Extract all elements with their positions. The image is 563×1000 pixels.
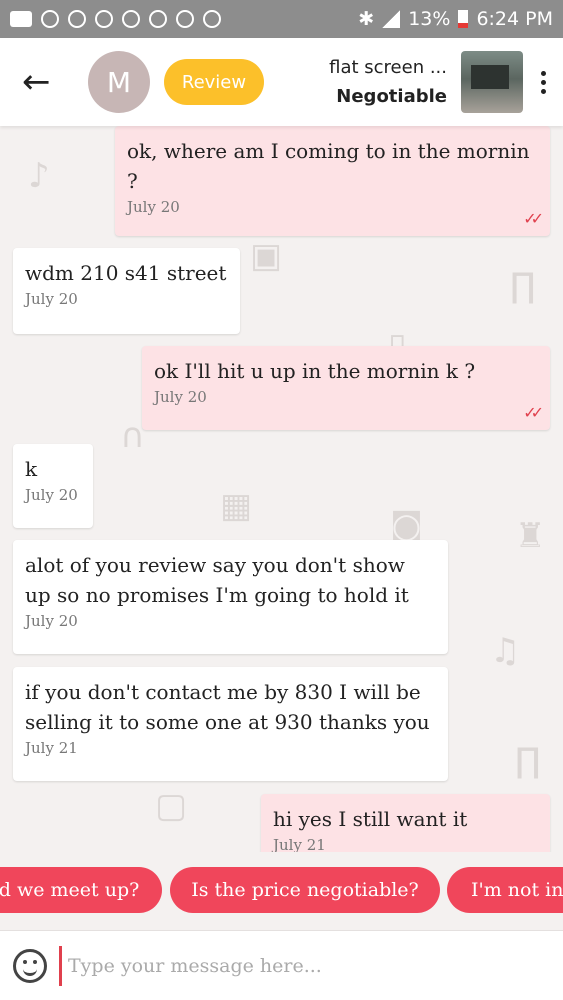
pinterest-icon	[95, 10, 113, 28]
status-bar: ✱ 13% 6:24 PM	[0, 0, 563, 38]
message-text: if you don't contact me by 830 I will be…	[25, 680, 430, 734]
listing-info[interactable]: flat screen ... Negotiable	[329, 57, 447, 107]
message-composer	[0, 930, 563, 1000]
chat-header: ← M Review flat screen ... Negotiable	[0, 38, 563, 126]
review-button[interactable]: Review	[164, 59, 264, 105]
message-date: July 20	[25, 290, 78, 308]
chrome-icon	[122, 10, 140, 28]
message-incoming[interactable]: if you don't contact me by 830 I will be…	[13, 667, 448, 781]
bluetooth-icon: ✱	[358, 8, 375, 30]
message-incoming[interactable]: k July 20	[13, 444, 93, 528]
pants-doodle-icon: ∏	[510, 266, 536, 306]
gameboy-doodle-icon: ▦	[220, 486, 253, 526]
emoji-icon[interactable]	[13, 948, 47, 983]
battery-percent: 13%	[408, 8, 451, 30]
camera-doodle-icon: ▣	[250, 236, 283, 276]
listing-title: flat screen ...	[329, 57, 447, 78]
message-text: wdm 210 s41 street	[25, 261, 227, 285]
message-incoming[interactable]: alot of you review say you don't show up…	[13, 540, 448, 654]
signal-icon	[382, 10, 401, 28]
more-options-icon[interactable]	[523, 70, 563, 94]
message-date: July 20	[25, 612, 78, 630]
pants-doodle-icon: ∏	[515, 741, 541, 781]
message-text: hi yes I still want it	[273, 807, 468, 831]
message-input[interactable]	[59, 945, 563, 986]
message-text: ok, where am I coming to in the mornin ?	[127, 139, 530, 193]
quick-replies: ld we meet up? Is the price negotiable? …	[0, 852, 563, 930]
message-date: July 21	[273, 836, 326, 852]
app-icon	[68, 10, 86, 28]
sync-icon	[176, 10, 194, 28]
message-outgoing[interactable]: ok, where am I coming to in the mornin ?…	[115, 126, 550, 236]
back-arrow-icon[interactable]: ←	[22, 65, 70, 99]
missed-call-icon	[149, 10, 167, 28]
message-text: ok I'll hit u up in the mornin k ?	[154, 359, 476, 383]
message-incoming[interactable]: wdm 210 s41 street July 20	[13, 248, 240, 334]
message-outgoing[interactable]: ok I'll hit u up in the mornin k ? July …	[142, 346, 550, 430]
voicemail-icon	[203, 10, 221, 28]
system-icons: ✱ 13% 6:24 PM	[358, 8, 553, 30]
clock: 6:24 PM	[476, 8, 553, 30]
listing-price: Negotiable	[336, 86, 447, 107]
quick-reply-meet-up[interactable]: ld we meet up?	[0, 867, 162, 913]
trumpet-doodle-icon: ♪	[28, 156, 50, 196]
shirt-doodle-icon: ♜	[515, 516, 546, 556]
messages-icon	[10, 11, 32, 27]
message-text: alot of you review say you don't show up…	[25, 553, 409, 607]
quick-reply-price-negotiable[interactable]: Is the price negotiable?	[170, 867, 440, 913]
message-text: k	[25, 457, 38, 481]
trumpet-doodle-icon: ♫	[490, 631, 521, 671]
message-date: July 20	[127, 198, 180, 216]
message-date: July 20	[154, 388, 207, 406]
message-date: July 20	[25, 486, 78, 504]
avatar[interactable]: M	[88, 51, 150, 113]
ipod-doodle-icon: ▢	[155, 786, 188, 826]
usb-icon	[41, 10, 59, 28]
message-date: July 21	[25, 739, 78, 757]
read-receipt-icon: ✓✓	[523, 403, 544, 422]
message-outgoing[interactable]: hi yes I still want it July 21 ✓✓	[261, 794, 550, 852]
read-receipt-icon: ✓✓	[523, 209, 544, 228]
quick-reply-not-interested[interactable]: I'm not int	[447, 867, 563, 913]
listing-thumbnail[interactable]	[461, 51, 523, 113]
battery-icon	[458, 10, 469, 28]
message-list[interactable]: ♪ ▣ ∏ ▯ ∩ ▦ ◙ ♜ ♫ ∏ ▢ ok, where am I com…	[0, 126, 563, 852]
notification-icons	[10, 10, 221, 28]
